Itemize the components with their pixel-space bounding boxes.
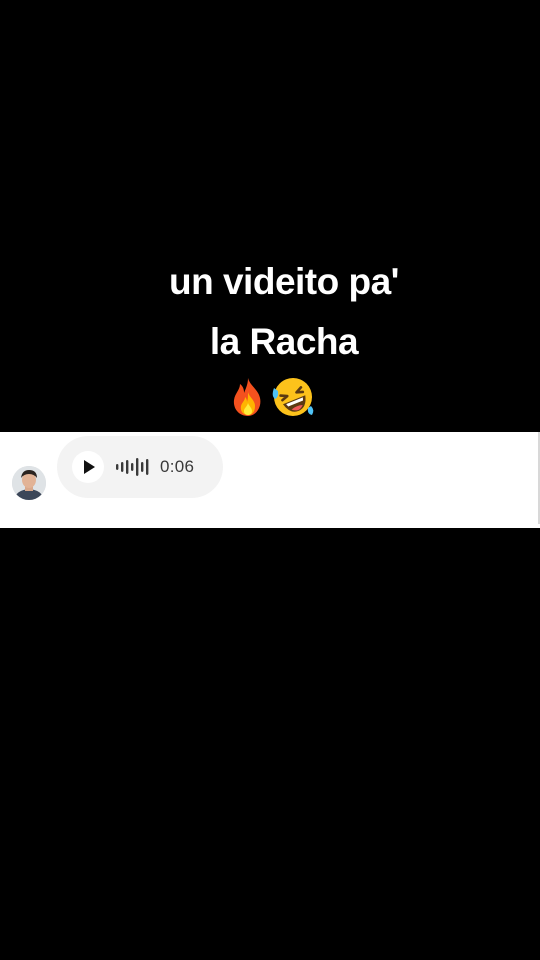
- laughing-emoji-icon: [271, 376, 314, 418]
- play-button[interactable]: [72, 451, 104, 483]
- caption-line-2: la Racha: [209, 321, 359, 362]
- voice-message-duration: 0:06: [160, 457, 195, 476]
- video-caption: un videito pa' la Racha: [0, 252, 540, 372]
- caption-line-1: un videito pa': [169, 261, 399, 302]
- voice-message-bubble: 0:06: [57, 436, 223, 498]
- user-avatar[interactable]: [12, 466, 46, 500]
- voice-message-card: 0:06: [0, 432, 540, 528]
- video-frame: un videito pa' la Racha 0:06: [0, 0, 540, 960]
- caption-emoji-row: [228, 376, 318, 420]
- play-icon: [84, 460, 95, 474]
- waveform-icon: [116, 458, 149, 476]
- fire-emoji-icon: [228, 376, 268, 418]
